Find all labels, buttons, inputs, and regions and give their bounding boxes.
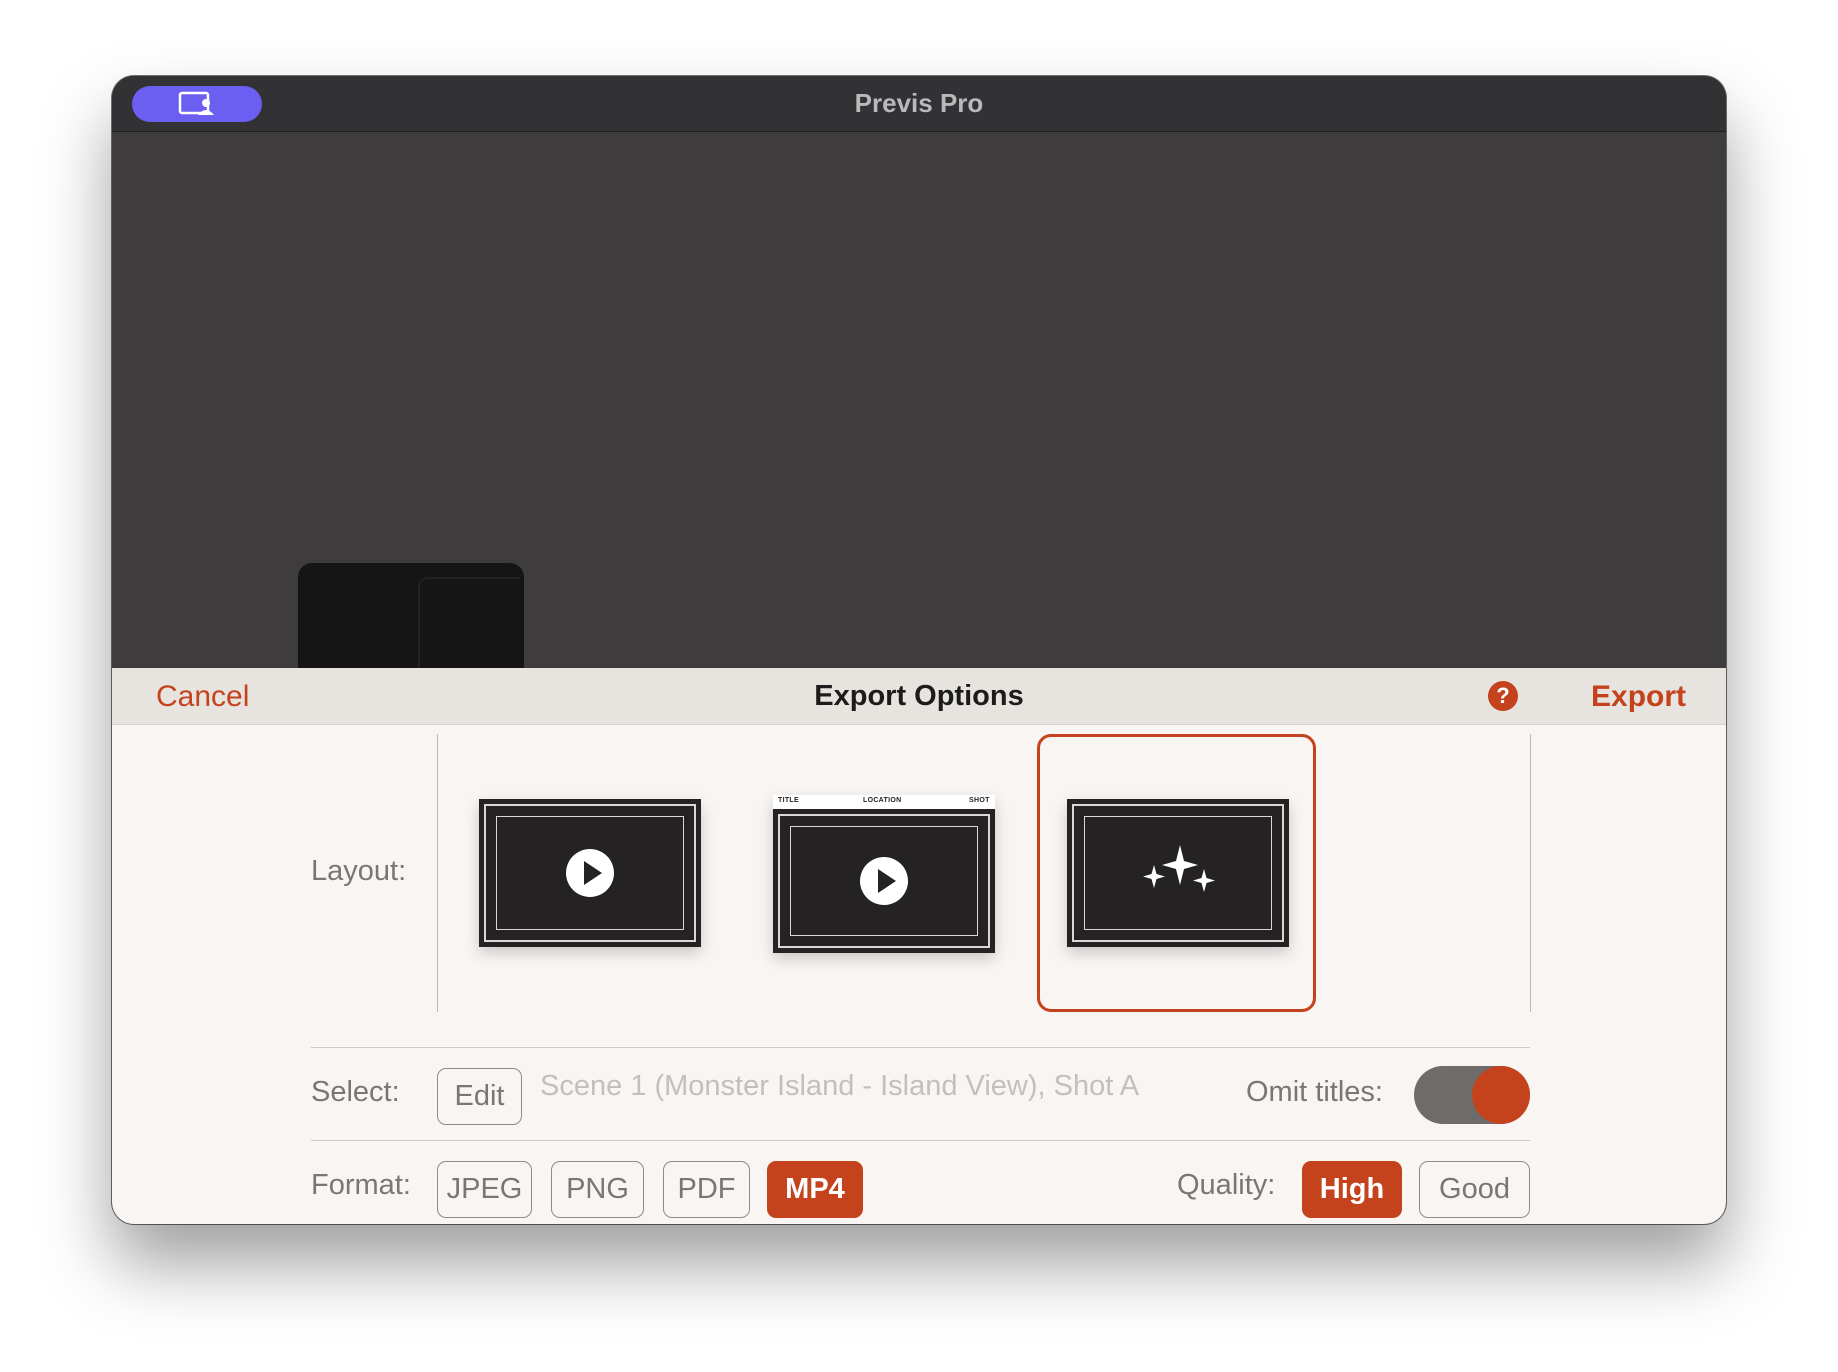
header-title-text: TITLE: [778, 797, 799, 804]
sheet-header: Cancel Export Options ? Export: [112, 668, 1726, 725]
layout-option-video[interactable]: [479, 799, 701, 947]
title-bar: Previs Pro: [112, 76, 1726, 132]
selection-summary: Scene 1 (Monster Island - Island View), …: [540, 1070, 1140, 1102]
format-pdf-button[interactable]: PDF: [663, 1161, 750, 1218]
export-options-sheet: Cancel Export Options ? Export Layout: T…: [112, 668, 1726, 1224]
export-button[interactable]: Export: [1591, 680, 1686, 714]
sparkles-icon: [1143, 845, 1215, 892]
play-icon: [860, 857, 908, 905]
header-shot-text: SHOT: [969, 797, 990, 804]
header-location-text: LOCATION: [863, 797, 902, 804]
layout-option-animatic[interactable]: [1067, 799, 1289, 947]
layout-label: Layout:: [311, 855, 407, 887]
shot-thumbnail[interactable]: [298, 563, 524, 668]
quality-high-button[interactable]: High: [1302, 1161, 1402, 1218]
format-mp4-button[interactable]: MP4: [767, 1161, 863, 1218]
frame-area: [773, 809, 995, 953]
sheet-title: Export Options: [814, 680, 1024, 712]
quality-good-button[interactable]: Good: [1419, 1161, 1530, 1218]
format-png-button[interactable]: PNG: [551, 1161, 644, 1218]
app-title: Previs Pro: [854, 88, 984, 118]
format-jpeg-button[interactable]: JPEG: [437, 1161, 532, 1218]
layout-divider-right: [1530, 734, 1531, 1012]
previs-canvas[interactable]: [112, 133, 1726, 668]
format-label: Format:: [311, 1169, 411, 1201]
divider-layout-select: [311, 1047, 1530, 1048]
divider-select-format: [311, 1140, 1530, 1141]
layout-option-video-titles[interactable]: TITLE LOCATION SHOT: [773, 795, 995, 953]
layout-divider-left: [437, 734, 438, 1012]
toggle-knob: [1472, 1066, 1530, 1124]
omit-titles-label: Omit titles:: [1246, 1076, 1383, 1108]
edit-selection-button[interactable]: Edit: [437, 1068, 522, 1125]
app-window: Previs Pro Cancel Export Options ? Expor…: [112, 76, 1726, 1224]
omit-titles-toggle[interactable]: [1414, 1066, 1530, 1124]
play-icon: [566, 849, 614, 897]
quality-label: Quality:: [1177, 1169, 1276, 1201]
help-icon: ?: [1496, 683, 1510, 708]
select-label: Select:: [311, 1076, 400, 1108]
help-button[interactable]: ?: [1488, 681, 1518, 711]
